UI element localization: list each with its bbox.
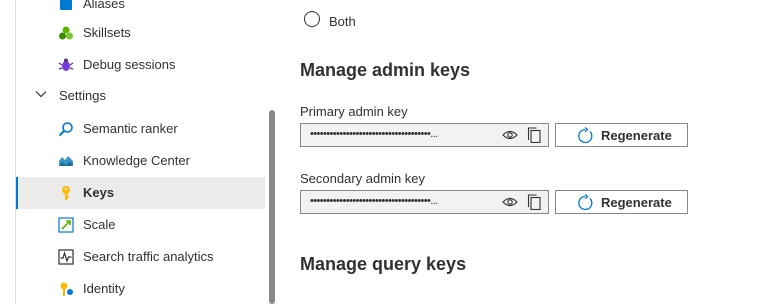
- refresh-icon: [578, 127, 593, 144]
- knowledge-center-icon: [59, 156, 73, 166]
- selected-indicator: [16, 177, 18, 209]
- radio-label: Both: [329, 13, 356, 29]
- semantic-ranker-icon: [58, 122, 73, 137]
- radio-both[interactable]: Both: [304, 11, 356, 29]
- eye-icon[interactable]: [502, 196, 518, 208]
- sidebar-item-search-traffic-analytics[interactable]: Search traffic analytics: [16, 241, 265, 273]
- sidebar-item-label: Semantic ranker: [83, 121, 178, 136]
- primary-key-value: •••••••••••••••••••••••••••••••••••••...: [310, 128, 438, 140]
- skillsets-icon: [59, 26, 73, 40]
- regenerate-label: Regenerate: [601, 128, 672, 143]
- eye-icon[interactable]: [502, 129, 518, 141]
- sidebar: Aliases Skillsets Debug sessions Setting…: [0, 0, 277, 304]
- sidebar-item-label: Aliases: [83, 0, 125, 11]
- query-keys-title: Manage query keys: [300, 254, 467, 274]
- sidebar-item-debug-sessions[interactable]: Debug sessions: [16, 49, 265, 81]
- regenerate-label: Regenerate: [601, 195, 672, 210]
- copy-icon[interactable]: [527, 194, 541, 210]
- secondary-key-value: •••••••••••••••••••••••••••••••••••••...: [310, 195, 438, 207]
- chevron-down-icon: [35, 91, 47, 98]
- radio-button[interactable]: [304, 11, 320, 27]
- sidebar-item-label: Debug sessions: [83, 57, 176, 72]
- key-icon: [62, 186, 70, 200]
- sidebar-group-label: Settings: [59, 88, 106, 103]
- admin-keys-title: Manage admin keys: [300, 60, 471, 80]
- identity-icon: [60, 282, 73, 296]
- sidebar-item-label: Scale: [83, 217, 116, 232]
- secondary-key-field[interactable]: •••••••••••••••••••••••••••••••••••••...: [300, 190, 549, 214]
- sidebar-item-scale[interactable]: Scale: [16, 209, 265, 241]
- sidebar-item-label: Search traffic analytics: [83, 249, 214, 264]
- sidebar-item-label: Knowledge Center: [83, 153, 190, 168]
- sidebar-item-knowledge-center[interactable]: Knowledge Center: [16, 145, 265, 177]
- analytics-icon: [58, 249, 74, 265]
- aliases-icon: [60, 0, 72, 10]
- regenerate-secondary-button[interactable]: Regenerate: [555, 190, 688, 214]
- sidebar-item-label: Keys: [83, 185, 115, 200]
- secondary-key-label: Secondary admin key: [300, 171, 426, 186]
- copy-icon[interactable]: [527, 127, 541, 143]
- regenerate-primary-button[interactable]: Regenerate: [555, 123, 688, 147]
- sidebar-item-identity[interactable]: Identity: [16, 273, 265, 305]
- sidebar-item-label: Skillsets: [83, 25, 131, 40]
- primary-key-label: Primary admin key: [300, 104, 408, 119]
- sidebar-item-semantic-ranker[interactable]: Semantic ranker: [16, 113, 265, 145]
- debug-icon: [58, 58, 74, 71]
- sidebar-item-keys[interactable]: Keys: [16, 177, 265, 209]
- sidebar-item-skillsets[interactable]: Skillsets: [16, 17, 265, 49]
- scale-icon: [58, 217, 74, 233]
- refresh-icon: [578, 194, 593, 211]
- sidebar-item-label: Identity: [83, 281, 125, 296]
- sidebar-group-settings[interactable]: Settings: [16, 80, 265, 110]
- sidebar-scrollbar-thumb[interactable]: [269, 110, 275, 304]
- primary-key-field[interactable]: •••••••••••••••••••••••••••••••••••••...: [300, 123, 549, 147]
